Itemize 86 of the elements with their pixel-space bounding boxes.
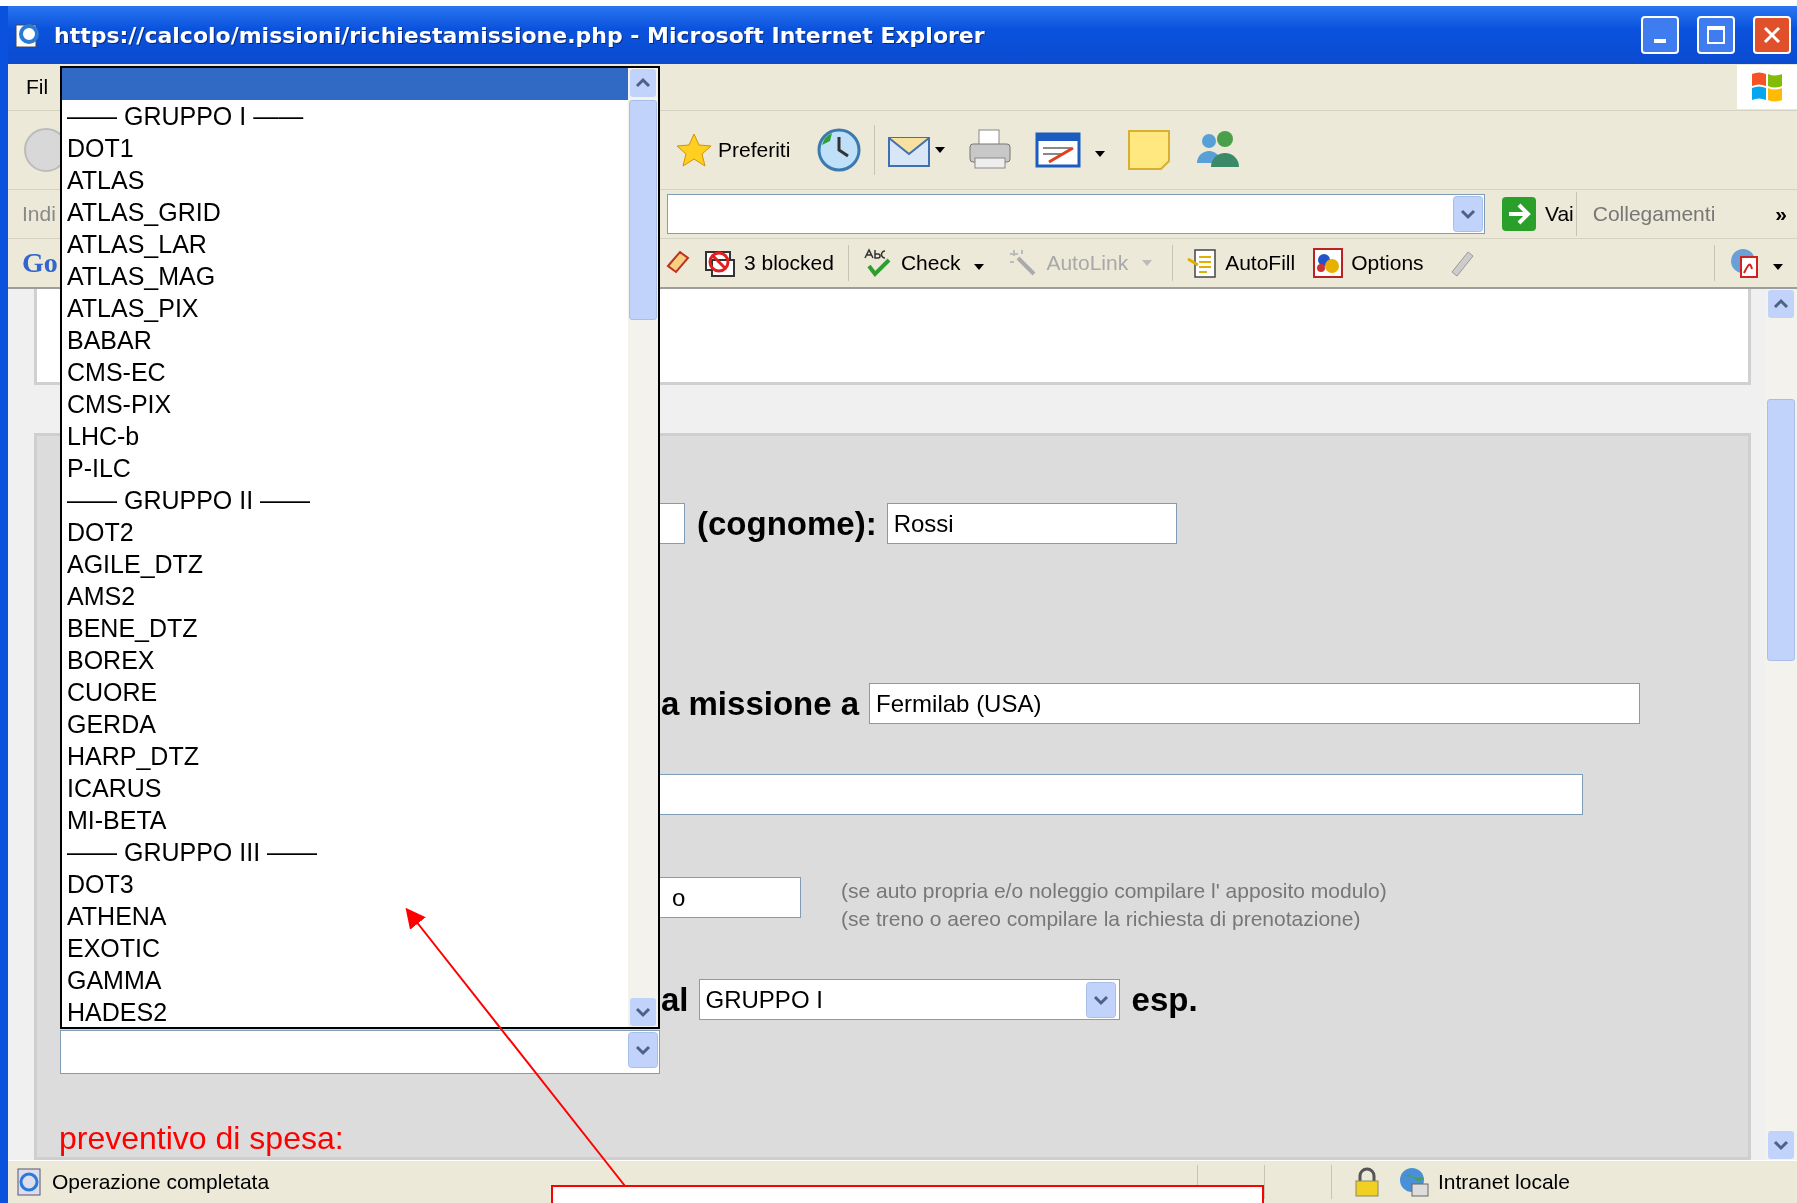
- hint-text: (se treno o aereo compilare la richiesta di prenotazione): [841, 906, 1362, 932]
- scroll-up-icon[interactable]: [1767, 289, 1795, 319]
- dropdown-option[interactable]: LHC-b: [62, 420, 628, 452]
- dropdown-option[interactable]: CMS-PIX: [62, 388, 628, 420]
- section-heading: preventivo di spesa:: [59, 1120, 345, 1157]
- group-label: al: [661, 980, 689, 1019]
- dropdown-option[interactable]: GERDA: [62, 708, 628, 740]
- hint-text: (se auto propria e/o noleggio compilare l' apposito modulo): [841, 878, 1387, 904]
- browser-icon: [14, 21, 42, 49]
- dropdown-option[interactable]: —— GRUPPO I ——: [62, 100, 628, 132]
- dropdown-option[interactable]: BOREX: [62, 644, 628, 676]
- options-icon: [1313, 248, 1344, 278]
- dropdown-option[interactable]: DOT3: [62, 868, 628, 900]
- caret-icon[interactable]: [1095, 151, 1106, 157]
- blocked-popup-icon: [704, 248, 736, 278]
- destination-field[interactable]: Fermilab (USA): [869, 683, 1641, 724]
- dropdown-option[interactable]: EXOTIC: [62, 932, 628, 964]
- dropdown-option[interactable]: AGILE_DTZ: [62, 548, 628, 580]
- notepad-icon: [1187, 247, 1218, 279]
- caret-icon[interactable]: [935, 147, 946, 153]
- maximize-icon: [1706, 25, 1726, 45]
- surname-label: (cognome):: [697, 504, 877, 543]
- scrollbar[interactable]: [1765, 289, 1797, 1160]
- maximize-button[interactable]: [1697, 16, 1735, 54]
- surname-field[interactable]: Rossi: [886, 503, 1177, 544]
- page-icon: [14, 1167, 44, 1197]
- scroll-thumb[interactable]: [629, 100, 657, 320]
- go-button[interactable]: Vai: [1498, 194, 1576, 234]
- dropdown-option[interactable]: —— GRUPPO II ——: [62, 484, 628, 516]
- history-icon[interactable]: [816, 127, 863, 173]
- dropdown-option[interactable]: CUORE: [62, 676, 628, 708]
- experiment-label: esp.: [1131, 980, 1198, 1019]
- more-links-button[interactable]: »: [1775, 202, 1787, 226]
- dropdown-option[interactable]: ATLAS_LAR: [62, 228, 628, 260]
- lock-icon: [1354, 1167, 1380, 1197]
- dropdown-option[interactable]: ATLAS_MAG: [62, 260, 628, 292]
- dropdown-option[interactable]: ICARUS: [62, 772, 628, 804]
- address-field[interactable]: [666, 194, 1485, 234]
- toolbar-button[interactable]: Options: [1309, 246, 1428, 280]
- star-icon: [676, 132, 712, 168]
- toolbar-button[interactable]: 3 blocked: [700, 246, 838, 280]
- scroll-up-icon[interactable]: [629, 68, 657, 98]
- dropdown-option[interactable]: CMS-EC: [62, 356, 628, 388]
- dropdown-option[interactable]: MI-BETA: [62, 804, 628, 836]
- google-logo[interactable]: Go: [8, 247, 62, 279]
- dropdown-option[interactable]: ATHENA: [62, 900, 628, 932]
- toolbar-button[interactable]: AutoFill: [1183, 245, 1300, 281]
- caret-icon[interactable]: [1773, 264, 1783, 270]
- printer-icon[interactable]: [967, 128, 1014, 172]
- favorites-button[interactable]: Preferiti: [672, 128, 795, 172]
- scroll-down-icon[interactable]: [1767, 1130, 1795, 1160]
- globe-icon: [1398, 1166, 1430, 1198]
- dropdown-option[interactable]: ATLAS_PIX: [62, 292, 628, 324]
- zone-label: Intranet locale: [1438, 1170, 1570, 1194]
- dropdown-option[interactable]: DOT1: [62, 132, 628, 164]
- close-icon: [1762, 25, 1782, 45]
- destination-label: a missione a: [661, 684, 860, 723]
- dropdown-option[interactable]: BENE_DTZ: [62, 612, 628, 644]
- scroll-thumb[interactable]: [1767, 399, 1795, 661]
- dropdown-option[interactable]: HARP_DTZ: [62, 740, 628, 772]
- dropdown-option[interactable]: DOT2: [62, 516, 628, 548]
- toolbar-button[interactable]: Check: [858, 246, 965, 280]
- dropdown-option[interactable]: BABAR: [62, 324, 628, 356]
- dropdown-option[interactable]: ATLAS: [62, 164, 628, 196]
- edit-icon[interactable]: [1035, 132, 1082, 168]
- dropdown-option[interactable]: AMS2: [62, 580, 628, 612]
- dropdown-option[interactable]: —— GRUPPO III ——: [62, 836, 628, 868]
- scrollbar[interactable]: [628, 68, 658, 1027]
- experiment-select[interactable]: [60, 1030, 660, 1074]
- spellcheck-icon: [862, 248, 893, 278]
- address-label: Indi: [21, 202, 57, 226]
- menu-item[interactable]: Fil: [26, 75, 49, 99]
- group-select[interactable]: GRUPPO I: [698, 979, 1120, 1020]
- window-title: https://calcolo/missioni/richiestamissione.php - Microsoft Internet Explorer: [54, 22, 986, 48]
- close-button[interactable]: [1753, 16, 1791, 54]
- status-text: Operazione completata: [52, 1170, 271, 1194]
- dropdown-option[interactable]: GAMMA: [62, 964, 628, 996]
- caret-icon[interactable]: [974, 264, 985, 270]
- dropdown-option[interactable]: P-ILC: [62, 452, 628, 484]
- minimize-icon: [1654, 39, 1666, 43]
- windows-logo-icon: [1737, 65, 1797, 109]
- links-label[interactable]: Collegamenti: [1592, 202, 1716, 226]
- dropdown-option[interactable]: ATLAS_GRID: [62, 196, 628, 228]
- scroll-down-icon[interactable]: [629, 997, 657, 1027]
- minimize-button[interactable]: [1641, 16, 1679, 54]
- dropdown-option[interactable]: HADES2: [62, 996, 628, 1028]
